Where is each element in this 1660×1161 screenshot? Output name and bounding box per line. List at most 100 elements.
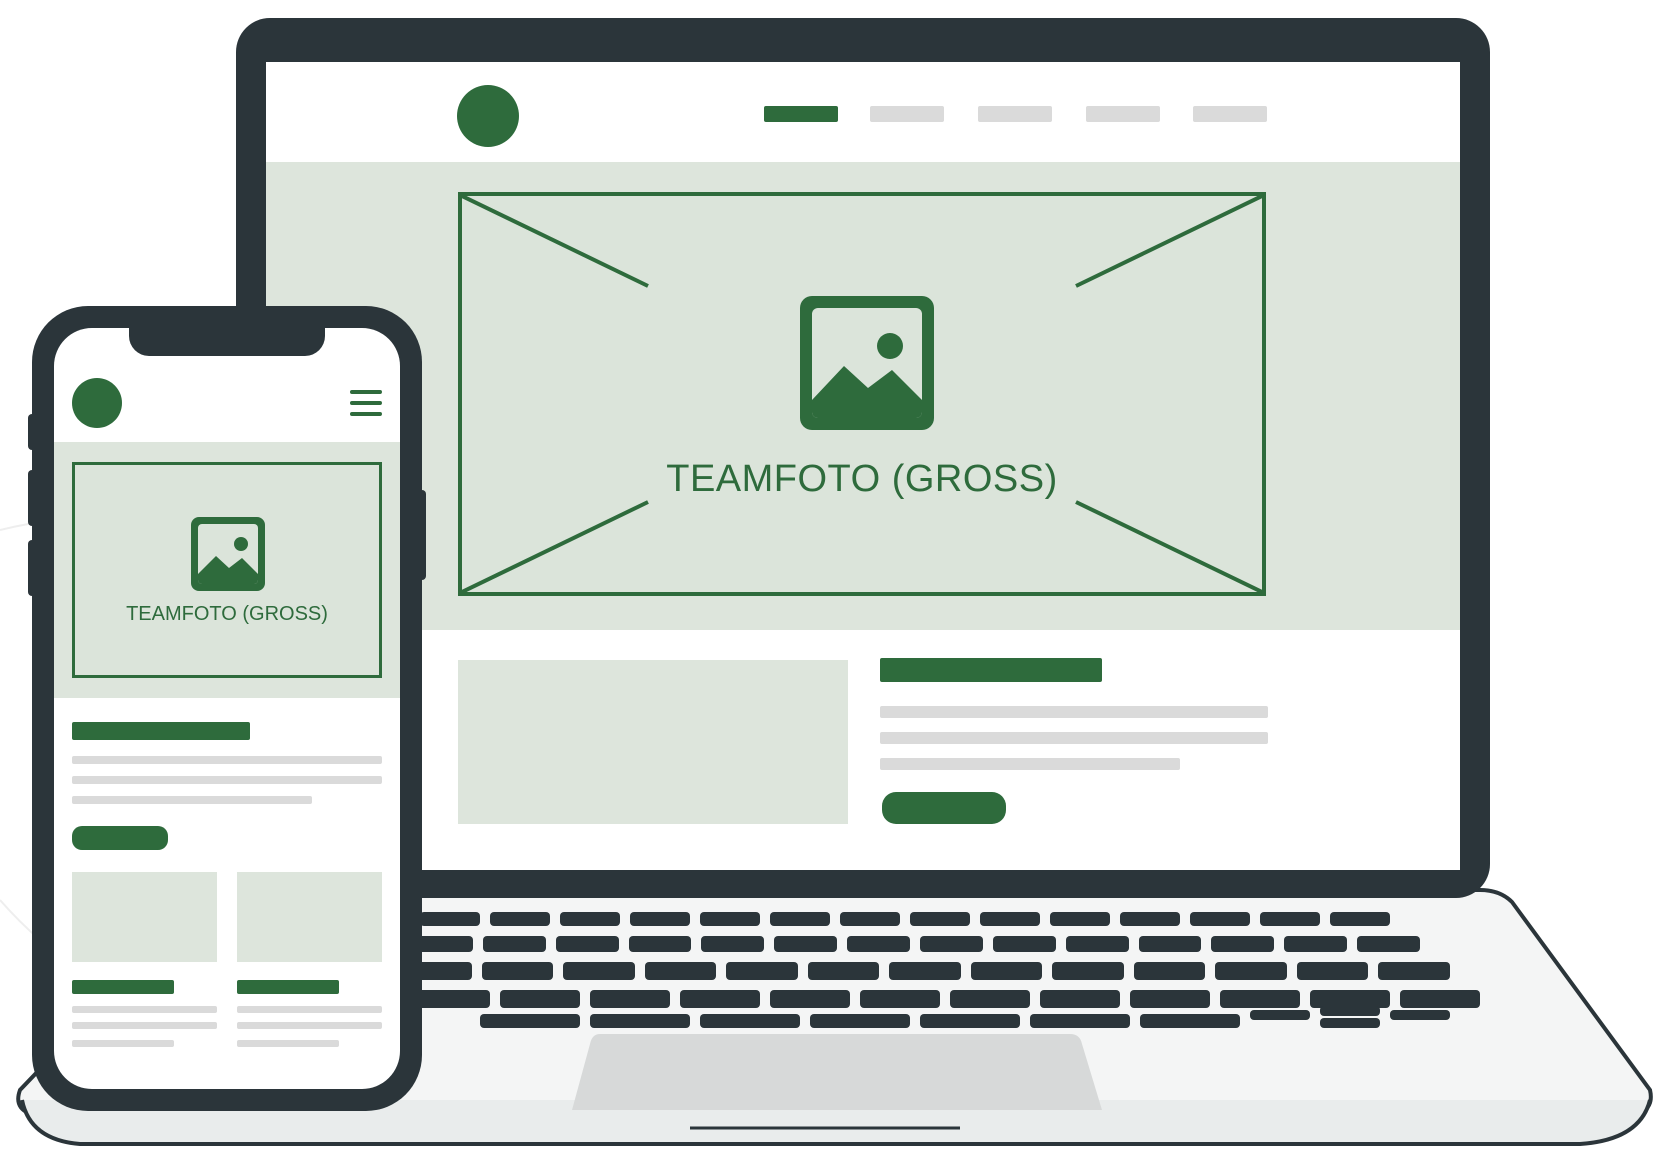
hero-image-placeholder: TEAMFOTO (GROSS) — [72, 462, 382, 678]
keyboard-key — [630, 912, 690, 926]
text-line — [880, 732, 1268, 744]
keyboard-key — [555, 936, 619, 952]
phone-screen: TEAMFOTO (GROSS) — [54, 328, 400, 1089]
keyboard-key — [1130, 990, 1210, 1008]
keyboard-key — [590, 990, 670, 1008]
keyboard-key — [482, 936, 546, 952]
content-heading — [880, 658, 1102, 682]
keyboard-key — [700, 912, 760, 926]
keyboard-key — [1400, 990, 1480, 1008]
keyboard-key — [1050, 912, 1110, 926]
keyboard-key — [481, 962, 554, 980]
keyboard-key — [920, 1014, 1020, 1028]
keyboard-key — [910, 912, 970, 926]
keyboard-key — [500, 990, 580, 1008]
keyboard-key — [992, 936, 1056, 952]
keyboard-arrow-key — [1320, 1018, 1380, 1028]
keyboard-key — [701, 936, 765, 952]
keyboard-arrow-key — [1250, 1010, 1310, 1020]
keyboard-key — [1330, 912, 1390, 926]
keyboard-key — [840, 912, 900, 926]
keyboard-key — [1140, 1014, 1240, 1028]
keyboard-key — [1120, 912, 1180, 926]
keyboard-key — [774, 936, 838, 952]
keyboard-key — [920, 936, 983, 952]
keyboard-arrow-key — [1390, 1010, 1450, 1020]
cta-button[interactable] — [882, 792, 1006, 824]
keyboard-key — [847, 936, 910, 952]
hamburger-menu-icon-line — [350, 412, 382, 416]
keyboard-arrow-key — [1320, 1006, 1380, 1016]
keyboard-key — [1190, 912, 1250, 926]
keyboard-key — [1284, 936, 1348, 952]
text-line — [237, 1022, 382, 1029]
keyboard-key — [980, 912, 1040, 926]
card-image-placeholder — [72, 872, 217, 962]
keyboard-key — [770, 912, 830, 926]
site-logo[interactable] — [457, 85, 519, 147]
keyboard-key — [970, 962, 1043, 980]
keyboard-key — [628, 936, 692, 952]
keyboard-key — [1378, 962, 1450, 980]
text-line — [237, 1040, 339, 1047]
keyboard-key — [807, 962, 880, 980]
image-placeholder-icon — [800, 296, 934, 430]
keyboard-key — [420, 912, 480, 926]
keyboard-key — [1296, 962, 1369, 980]
text-line — [72, 756, 382, 764]
text-line — [72, 1006, 217, 1013]
content-heading — [72, 722, 250, 740]
hamburger-menu-icon-line — [350, 401, 382, 405]
content-image-placeholder — [458, 660, 848, 824]
text-line — [880, 758, 1180, 770]
hero-label: TEAMFOTO (GROSS) — [666, 458, 1058, 500]
trackpad — [572, 1034, 1102, 1110]
nav-item[interactable] — [870, 106, 944, 122]
keyboard-key — [1030, 1014, 1130, 1028]
nav-item[interactable] — [1086, 106, 1160, 122]
keyboard-key — [950, 990, 1030, 1008]
keyboard-key — [770, 990, 850, 1008]
keyboard-key — [560, 912, 620, 926]
keyboard-key — [700, 1014, 800, 1028]
laptop-screen: TEAMFOTO (GROSS) — [266, 62, 1460, 870]
phone-notch — [129, 328, 325, 356]
keyboard-key — [810, 1014, 910, 1028]
keyboard-key — [1211, 936, 1275, 952]
nav-item[interactable] — [978, 106, 1052, 122]
text-line — [72, 1022, 217, 1029]
text-line — [72, 796, 312, 804]
keyboard-key — [1220, 990, 1300, 1008]
cta-button[interactable] — [72, 826, 168, 850]
image-placeholder-icon — [191, 517, 265, 591]
keyboard-key — [1138, 936, 1202, 952]
keyboard-key — [860, 990, 940, 1008]
keyboard-key — [680, 990, 760, 1008]
hero-image-placeholder: TEAMFOTO (GROSS) — [458, 192, 1266, 596]
hero-section: TEAMFOTO (GROSS) — [266, 162, 1460, 630]
hamburger-menu-icon[interactable] — [350, 390, 382, 394]
text-line — [72, 1040, 174, 1047]
card-heading — [237, 980, 339, 994]
text-line — [72, 776, 382, 784]
hero-label: TEAMFOTO (GROSS) — [126, 603, 328, 625]
keyboard-key — [490, 912, 550, 926]
keyboard-key — [410, 990, 490, 1008]
keyboard-key — [480, 1014, 580, 1028]
keyboard-key — [1065, 936, 1129, 952]
keyboard-key — [889, 962, 961, 980]
site-logo[interactable] — [72, 378, 122, 428]
keyboard-key — [590, 1014, 690, 1028]
nav-item-active[interactable] — [764, 106, 838, 122]
nav-item[interactable] — [1193, 106, 1267, 122]
hero-section: TEAMFOTO (GROSS) — [54, 442, 400, 698]
keyboard-key — [1052, 962, 1124, 980]
keyboard-key — [726, 962, 798, 980]
keyboard-key — [1260, 912, 1320, 926]
keyboard-key — [1133, 962, 1206, 980]
keyboard-key — [1357, 936, 1420, 952]
card-heading — [72, 980, 174, 994]
text-line — [237, 1006, 382, 1013]
keyboard-key — [1040, 990, 1120, 1008]
text-line — [880, 706, 1268, 718]
